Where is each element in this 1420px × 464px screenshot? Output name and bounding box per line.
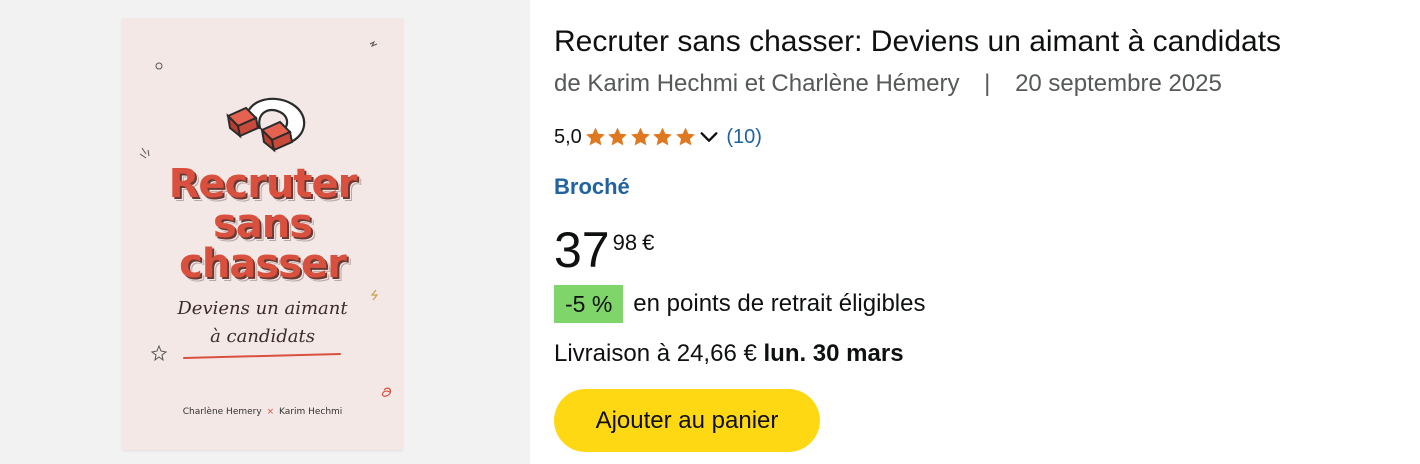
book-cover-image[interactable]: Recruter sans chasser Deviens un aimant … — [122, 18, 403, 450]
byline-authors[interactable]: de Karim Hechmi et Charlène Hémery — [554, 70, 959, 97]
cover-subtitle-line-2: à candidats — [210, 326, 315, 347]
star-icon — [653, 127, 673, 146]
star-icon — [585, 127, 605, 146]
price: 37 98 € — [554, 222, 654, 282]
delivery-prefix: Livraison à 24,66 € — [554, 340, 757, 367]
review-count-link[interactable]: (10) — [726, 126, 762, 149]
cover-author-1: Charlène Hemery — [182, 407, 262, 417]
product-title[interactable]: Recruter sans chasser: Deviens un aimant… — [554, 22, 1420, 62]
delivery-info: Livraison à 24,66 € lun. 30 mars — [554, 338, 904, 370]
chevron-down-icon[interactable] — [698, 126, 720, 148]
cover-title-line-1: Recruter — [168, 161, 358, 207]
rating-value: 5,0 — [554, 125, 582, 148]
cover-title-line-3: chasser — [179, 241, 347, 287]
delivery-date: lun. 30 mars — [763, 340, 904, 367]
cover-author-2: Karim Hechmi — [278, 407, 343, 417]
promo-badge: -5 % — [554, 285, 624, 323]
promo-text: en points de retrait éligibles — [633, 290, 926, 317]
product-image-panel: Recruter sans chasser Deviens un aimant … — [0, 0, 530, 464]
star-icon — [630, 127, 650, 146]
promo-row: -5 % en points de retrait éligibles — [554, 284, 925, 324]
publication-date: 20 septembre 2025 — [1015, 70, 1222, 97]
product-details: Recruter sans chasser: Deviens un aimant… — [554, 0, 1420, 464]
cover-author-separator: × — [266, 407, 275, 417]
format-label[interactable]: Broché — [554, 172, 630, 202]
star-rating[interactable] — [584, 126, 721, 148]
price-fraction: 98 — [612, 230, 638, 255]
cover-authors: Charlène Hemery × Karim Hechmi — [122, 407, 403, 417]
price-whole: 37 — [554, 222, 610, 278]
magnet-icon — [226, 97, 306, 153]
star-icon — [608, 127, 628, 146]
cover-subtitle-line-1: Deviens un aimant — [177, 298, 348, 319]
byline: de Karim Hechmi et Charlène Hémery | 20 … — [554, 68, 1222, 100]
price-currency: € — [642, 230, 655, 255]
add-to-cart-button[interactable]: Ajouter au panier — [554, 389, 820, 452]
cover-title-line-2: sans — [212, 201, 313, 247]
rating-row: 5,0 (10) — [554, 122, 762, 152]
star-icon — [675, 127, 695, 146]
byline-separator: | — [984, 70, 991, 97]
